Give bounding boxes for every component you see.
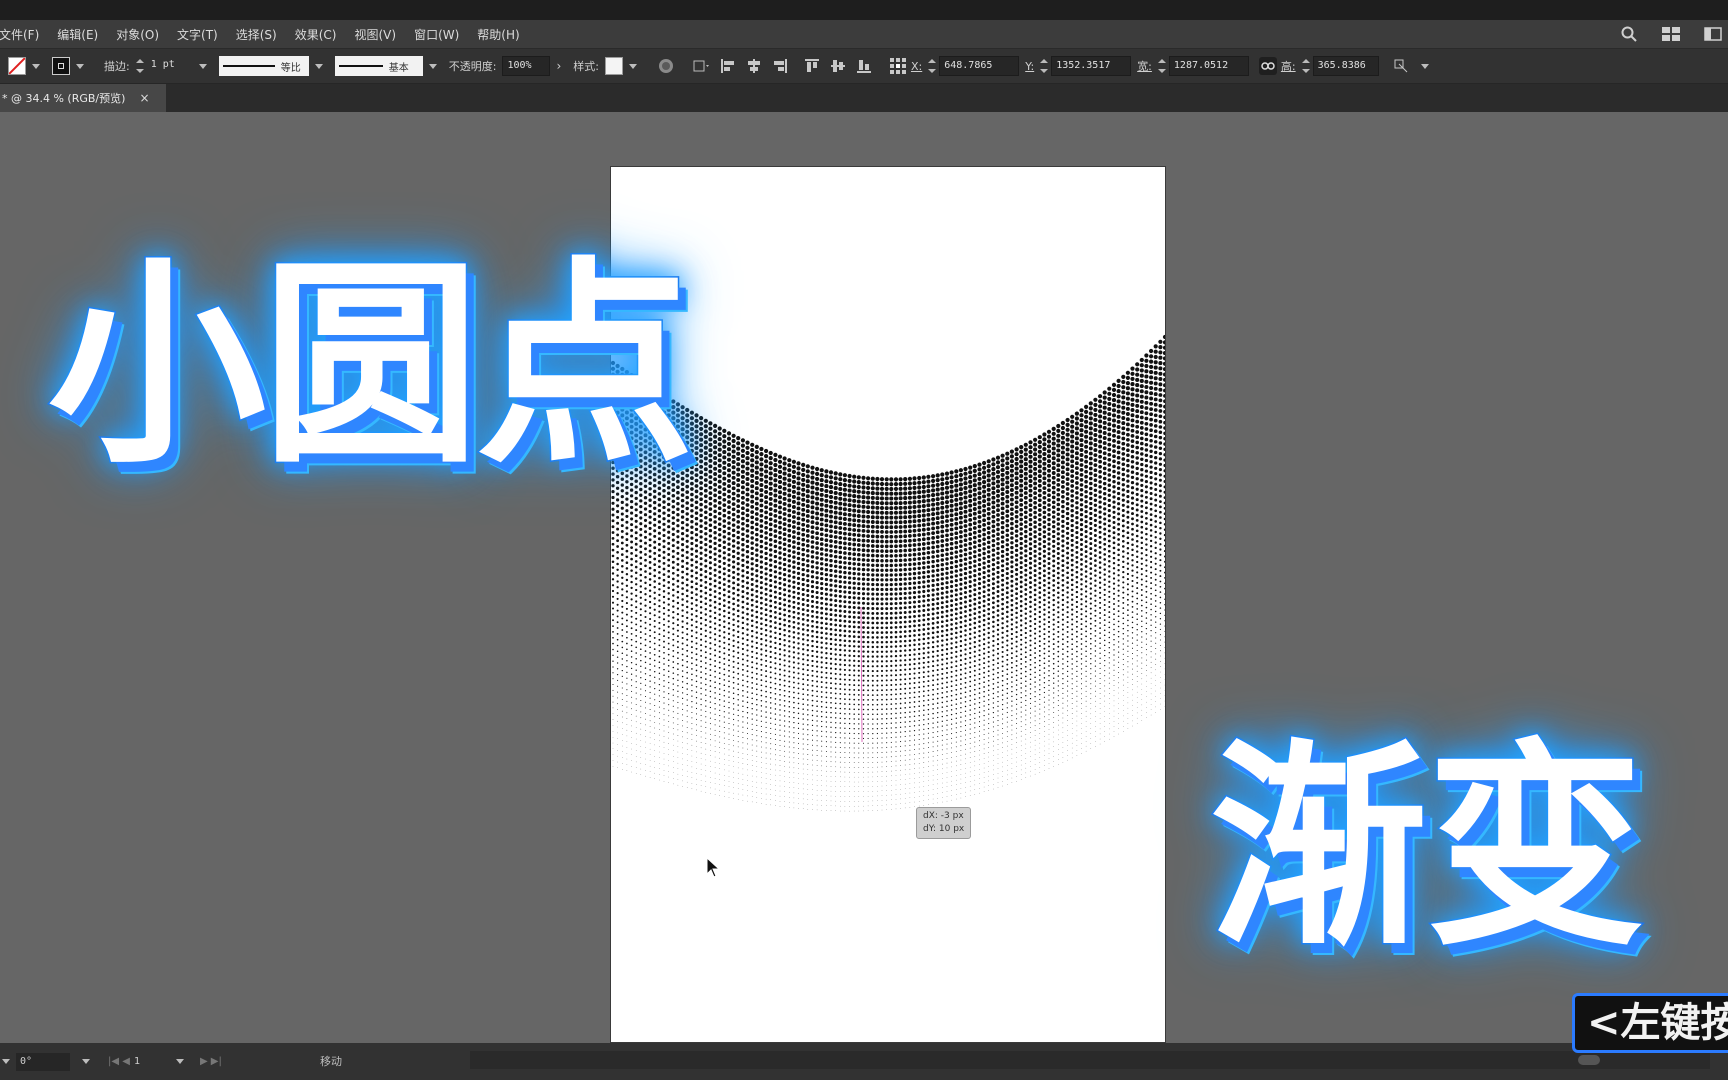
- rotation-field[interactable]: 0°: [16, 1052, 70, 1071]
- stroke-weight-input[interactable]: 1 pt: [147, 56, 193, 76]
- x-position-group: X: 648.7865: [910, 56, 1020, 76]
- menu-help[interactable]: 帮助(H): [468, 26, 528, 43]
- align-center-icon[interactable]: [745, 57, 763, 75]
- x-stepper[interactable]: [928, 59, 937, 73]
- document-tab[interactable]: * @ 34.4 % (RGB/预览) ×: [0, 84, 166, 112]
- stroke-weight-stepper[interactable]: [135, 59, 144, 73]
- control-bar: 描边: 1 pt 等比 基本 不透明度: 100% › 样式: X: 648.7…: [0, 48, 1728, 84]
- x-label: X:: [910, 59, 923, 73]
- dot-gradient-artwork[interactable]: [611, 167, 1166, 1043]
- chevron-down-icon[interactable]: [32, 63, 40, 69]
- status-bar: 0° |◀ ◀ 1 ▶ ▶| 移动: [0, 1043, 1728, 1080]
- y-stepper[interactable]: [1040, 59, 1049, 73]
- y-position-group: Y: 1352.3517: [1025, 56, 1132, 76]
- height-input[interactable]: 365.8386: [1312, 56, 1379, 76]
- close-icon[interactable]: ×: [139, 91, 149, 105]
- menubar-right-tools: [1618, 20, 1728, 48]
- align-left-icon[interactable]: [719, 57, 737, 75]
- align-middle-icon[interactable]: [829, 57, 847, 75]
- menu-bar: 文件(F) 编辑(E) 对象(O) 文字(T) 选择(S) 效果(C) 视图(V…: [0, 20, 1728, 48]
- workspace-icon[interactable]: [1660, 25, 1682, 43]
- window-top-strip: [0, 0, 1728, 20]
- chevron-down-icon[interactable]: [428, 63, 437, 69]
- overlay-title-top: 小圆点: [47, 240, 696, 493]
- opacity-group: 不透明度: 100% ›: [449, 56, 568, 76]
- tooltip-dy: dY: 10 px: [923, 824, 965, 834]
- chevron-down-icon[interactable]: [76, 63, 84, 69]
- brush-select[interactable]: 基本: [334, 56, 423, 76]
- height-stepper[interactable]: [1301, 59, 1310, 73]
- canvas-workspace[interactable]: dX: -3 px dY: 10 px 小圆点 渐变: [0, 112, 1728, 1043]
- x-input[interactable]: 648.7865: [939, 56, 1020, 76]
- search-icon[interactable]: [1618, 25, 1640, 43]
- scrollbar-thumb[interactable]: [1578, 1055, 1600, 1065]
- document-tab-bar: * @ 34.4 % (RGB/预览) ×: [0, 84, 1728, 112]
- chevron-down-icon[interactable]: [314, 63, 323, 69]
- align-bottom-icon[interactable]: [855, 57, 873, 75]
- menu-window[interactable]: 窗口(W): [405, 26, 468, 43]
- style-label: 样式:: [573, 60, 599, 73]
- chevron-down-icon[interactable]: [1420, 63, 1429, 69]
- stroke-color-control[interactable]: [52, 57, 90, 75]
- stroke-weight-group: 描边: 1 pt: [104, 56, 213, 76]
- menu-view[interactable]: 视图(V): [345, 26, 405, 43]
- move-delta-tooltip: dX: -3 px dY: 10 px: [916, 807, 972, 839]
- artboard-number-field[interactable]: 1: [130, 1053, 164, 1071]
- style-group: 样式:: [573, 57, 643, 75]
- chevron-down-icon[interactable]: [628, 63, 637, 69]
- chevron-down-icon[interactable]: [198, 63, 207, 69]
- fill-none-swatch[interactable]: [8, 57, 26, 75]
- menu-select[interactable]: 选择(S): [227, 26, 286, 43]
- link-icon[interactable]: [1258, 57, 1277, 75]
- width-input[interactable]: 1287.0512: [1168, 56, 1249, 76]
- width-stepper[interactable]: [1157, 59, 1166, 73]
- document-tab-title: * @ 34.4 % (RGB/预览): [2, 92, 126, 105]
- y-label: Y:: [1025, 59, 1035, 73]
- chevron-down-icon[interactable]: [82, 1059, 90, 1064]
- height-label: 高:: [1280, 60, 1296, 73]
- menu-file[interactable]: 文件(F): [0, 26, 48, 43]
- transform-menu-icon[interactable]: [1393, 57, 1411, 75]
- chevron-down-icon[interactable]: [2, 1059, 10, 1064]
- variable-width-profile[interactable]: 等比: [218, 56, 329, 76]
- width-label: 宽:: [1137, 60, 1152, 73]
- style-swatch[interactable]: [604, 57, 623, 75]
- panel-icon[interactable]: [1702, 25, 1724, 43]
- stroke-label: 描边:: [104, 60, 130, 73]
- artboard[interactable]: dX: -3 px dY: 10 px: [610, 166, 1166, 1043]
- width-group: 宽: 1287.0512: [1137, 56, 1249, 76]
- overlay-title-bottom: 渐变: [1209, 722, 1646, 975]
- profile-label: 等比: [280, 62, 301, 74]
- first-artboard-icon[interactable]: |◀ ◀: [108, 1056, 130, 1067]
- brush-definition[interactable]: 基本: [334, 56, 443, 76]
- brush-label: 基本: [388, 62, 409, 74]
- chevron-right-icon[interactable]: ›: [556, 59, 561, 73]
- profile-select[interactable]: 等比: [218, 56, 309, 76]
- stroke-swatch[interactable]: [52, 57, 70, 75]
- align-right-icon[interactable]: [771, 57, 789, 75]
- hint-badge: <左键按: [1572, 993, 1728, 1053]
- height-group: 高: 365.8386: [1281, 56, 1379, 76]
- y-input[interactable]: 1352.3517: [1051, 56, 1132, 76]
- cursor-arrow-icon: [706, 857, 721, 878]
- menu-edit[interactable]: 编辑(E): [48, 26, 107, 43]
- opacity-input[interactable]: 100%: [502, 56, 551, 76]
- opacity-label: 不透明度:: [448, 60, 497, 73]
- horizontal-scrollbar[interactable]: [470, 1051, 1710, 1069]
- menu-effect[interactable]: 效果(C): [286, 26, 346, 43]
- menu-object[interactable]: 对象(O): [107, 26, 168, 43]
- transform-reference-icon[interactable]: [889, 57, 907, 75]
- tooltip-dx: dX: -3 px: [923, 811, 964, 821]
- last-artboard-icon[interactable]: ▶ ▶|: [200, 1056, 222, 1067]
- align-top-icon[interactable]: [803, 57, 821, 75]
- fill-control[interactable]: [8, 57, 46, 75]
- recolor-icon[interactable]: [657, 57, 675, 75]
- chevron-down-icon[interactable]: [175, 1059, 184, 1064]
- menu-type[interactable]: 文字(T): [168, 26, 227, 43]
- align-to-icon[interactable]: [693, 57, 711, 75]
- status-text: 移动: [320, 1055, 342, 1068]
- menu-items: 文件(F) 编辑(E) 对象(O) 文字(T) 选择(S) 效果(C) 视图(V…: [0, 26, 529, 43]
